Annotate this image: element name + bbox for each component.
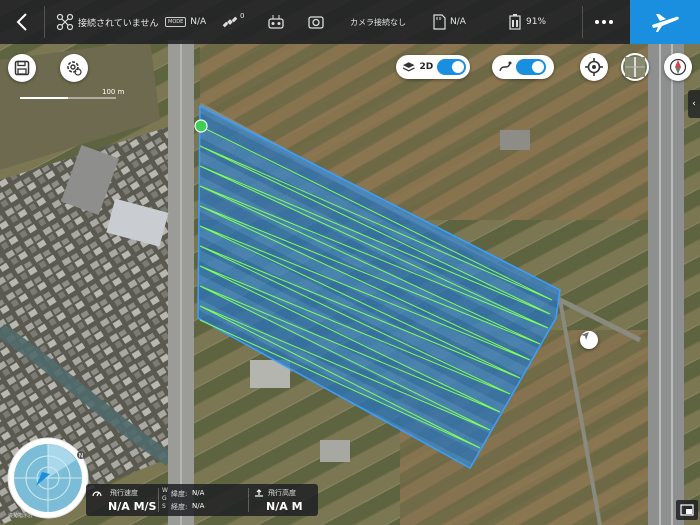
battery-icon	[509, 14, 521, 30]
route-toggle[interactable]	[492, 55, 554, 79]
more-button[interactable]	[586, 0, 622, 44]
save-button[interactable]	[8, 54, 36, 82]
map-type-button[interactable]	[621, 53, 649, 81]
compass-icon	[669, 58, 687, 76]
altitude-readout: 飛行高度 N/A M	[252, 484, 316, 516]
locate-icon	[585, 58, 603, 76]
north-label: N	[79, 453, 84, 460]
airplane-icon	[652, 14, 679, 32]
coordinates-readout: W G S 緯度: N/A 経度: N/A	[162, 487, 205, 511]
compass-button[interactable]	[664, 53, 692, 81]
attitude-caption: 姿勢指示計	[8, 513, 34, 519]
drone-icon	[56, 13, 74, 31]
map-scale: 100 m	[20, 88, 130, 100]
scale-label: 100 m	[102, 88, 125, 96]
speed-label: 飛行速度	[110, 489, 138, 497]
altitude-value: N/A M	[266, 500, 303, 513]
status-bar: 接続されていません MODE N/A 0 カメラ接続なし N/A 91%	[0, 0, 700, 44]
remote-controller-icon	[268, 15, 284, 29]
connection-text: 接続されていません	[78, 18, 159, 29]
gps-status: 0	[222, 0, 246, 44]
route-switch[interactable]	[516, 59, 546, 75]
screen-switch-button[interactable]	[676, 500, 698, 520]
storage-status: N/A	[432, 0, 466, 44]
sd-card-icon	[433, 14, 446, 30]
latitude-value: N/A	[192, 489, 205, 497]
map-type-icon	[625, 57, 645, 77]
fly-button[interactable]	[630, 0, 700, 44]
camera-text: カメラ接続なし	[350, 17, 406, 27]
latitude-label: 緯度:	[171, 490, 188, 498]
view-mode-toggle[interactable]: 2D	[396, 55, 470, 79]
side-panel-toggle[interactable]: ‹	[688, 90, 700, 118]
storage-value: N/A	[450, 17, 466, 27]
telemetry-panel: 飛行速度 N/A M/S W G S 緯度: N/A 経度: N/A 飛行高度 …	[86, 484, 318, 516]
attitude-indicator: N	[7, 437, 89, 519]
gps-count: 0	[240, 12, 245, 20]
speed-value: N/A M/S	[108, 500, 157, 513]
chevron-left-icon	[16, 13, 27, 31]
longitude-value: N/A	[192, 502, 205, 510]
home-point-icon[interactable]	[580, 331, 598, 349]
connection-status[interactable]: 接続されていません	[56, 0, 158, 44]
settings-button[interactable]	[60, 54, 88, 82]
save-icon	[14, 60, 30, 76]
speed-icon	[92, 491, 102, 497]
mode-badge: MODE	[165, 17, 187, 27]
back-button[interactable]	[0, 0, 44, 44]
battery-value: 91%	[526, 17, 547, 27]
more-icon	[595, 20, 599, 24]
altitude-label: 飛行高度	[268, 489, 296, 497]
map-layers-icon	[402, 62, 415, 72]
satellite-icon	[222, 16, 238, 28]
route-icon	[499, 61, 512, 72]
altitude-icon	[255, 489, 263, 497]
speed-readout: 飛行速度 N/A M/S	[90, 484, 157, 516]
settings-icon	[67, 61, 82, 76]
screen-switch-icon	[680, 504, 694, 516]
view-mode-switch[interactable]	[437, 59, 466, 75]
camera-status: カメラ接続なし	[308, 0, 406, 44]
longitude-label: 経度:	[171, 503, 188, 511]
locate-button[interactable]	[580, 53, 608, 81]
start-point-marker[interactable]	[194, 119, 208, 133]
camera-icon	[308, 16, 324, 29]
battery-status: 91%	[508, 0, 546, 44]
view-mode-label: 2D	[419, 62, 434, 72]
flight-mode: MODE N/A	[165, 0, 206, 44]
mode-value: N/A	[190, 17, 207, 27]
remote-status	[268, 0, 284, 44]
